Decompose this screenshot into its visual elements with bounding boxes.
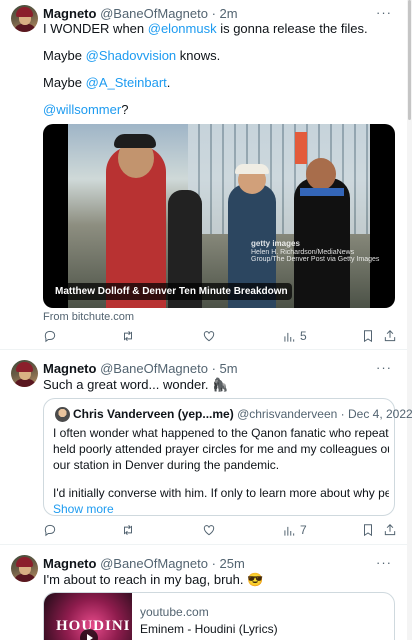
avatar[interactable] <box>55 407 70 422</box>
avatar[interactable] <box>11 555 38 582</box>
tweet-text: I'm about to reach in my bag, bruh. 😎 <box>43 572 264 587</box>
views-icon <box>284 526 295 536</box>
like-icon <box>203 525 215 536</box>
views-count: 5 <box>300 329 307 343</box>
author-name[interactable]: Magneto <box>43 361 96 376</box>
author-name[interactable]: Magneto <box>43 556 96 571</box>
retweet-icon <box>124 524 132 536</box>
more-options-icon[interactable]: ··· <box>376 554 392 571</box>
quoted-date: Dec 4, 2022 <box>347 407 412 421</box>
tweet-header: Magneto @BaneOfMagneto · 2m <box>43 6 238 21</box>
source-link[interactable]: From bitchute.com <box>43 310 134 325</box>
quoted-text: I often wonder what happened to the Qano… <box>53 426 389 518</box>
timestamp[interactable]: 25m <box>220 556 245 571</box>
reply-icon <box>44 524 56 537</box>
reply-button[interactable] <box>43 523 57 537</box>
views-count: 7 <box>300 523 307 537</box>
like-button[interactable] <box>202 523 216 537</box>
mention-link[interactable]: @A_Steinbart <box>86 75 167 90</box>
action-bar: 7 <box>43 523 397 541</box>
play-icon[interactable] <box>80 629 98 640</box>
mention-link[interactable]: @Shadovvision <box>86 48 177 63</box>
card-thumbnail[interactable]: HOUDINI <box>44 593 132 640</box>
retweet-button[interactable] <box>121 329 135 343</box>
author-handle[interactable]: @BaneOfMagneto <box>100 361 208 376</box>
avatar[interactable] <box>11 360 38 387</box>
share-button[interactable] <box>383 523 397 537</box>
tweet-text: Such a great word... wonder. 🦍 <box>43 377 229 392</box>
getty-watermark: getty images Helen H. Richardson/MediaNe… <box>251 239 380 264</box>
link-card[interactable]: HOUDINI youtube.com Eminem - Houdini (Ly… <box>43 592 395 640</box>
card-site: youtube.com <box>140 605 209 619</box>
views-icon <box>284 332 295 342</box>
quoted-tweet[interactable]: Chris Vanderveen (yep...me) @chrisvander… <box>43 398 412 518</box>
tweet-text: I WONDER when @elonmusk is gonna release… <box>43 21 368 117</box>
quoted-author-handle[interactable]: @chrisvanderveen <box>237 407 337 421</box>
retweet-icon <box>124 330 132 342</box>
more-options-icon[interactable]: ··· <box>376 359 392 376</box>
reply-icon <box>44 330 56 343</box>
author-handle[interactable]: @BaneOfMagneto <box>100 556 208 571</box>
like-icon <box>203 331 215 342</box>
like-button[interactable] <box>202 329 216 343</box>
tweet-header: Magneto @BaneOfMagneto · 25m <box>43 556 245 571</box>
reply-button[interactable] <box>43 329 57 343</box>
show-more-link[interactable]: Show more <box>53 502 389 518</box>
share-icon <box>384 330 396 342</box>
mention-link[interactable]: @willsommer <box>43 102 121 117</box>
scrollbar[interactable] <box>407 0 412 640</box>
video-thumbnail[interactable]: getty images Helen H. Richardson/MediaNe… <box>43 124 395 308</box>
bookmark-icon <box>364 330 372 343</box>
action-bar: 5 <box>43 329 397 347</box>
tweet-1[interactable]: Magneto @BaneOfMagneto · 2m ··· I WONDER… <box>0 0 407 350</box>
author-handle[interactable]: @BaneOfMagneto <box>100 6 208 21</box>
bookmark-button[interactable] <box>361 329 375 343</box>
mention-link[interactable]: @elonmusk <box>148 21 217 36</box>
card-title[interactable]: Eminem - Houdini (Lyrics) <box>140 622 278 638</box>
bookmark-button[interactable] <box>361 523 375 537</box>
timestamp[interactable]: 2m <box>220 6 238 21</box>
tweet-header: Magneto @BaneOfMagneto · 5m <box>43 361 238 376</box>
share-icon <box>384 524 396 536</box>
video-caption: Matthew Dolloff & Denver Ten Minute Brea… <box>51 282 292 300</box>
quoted-header: Chris Vanderveen (yep...me) @chrisvander… <box>73 407 412 421</box>
author-name[interactable]: Magneto <box>43 6 96 21</box>
quoted-author-name[interactable]: Chris Vanderveen (yep...me) <box>73 407 234 421</box>
more-options-icon[interactable]: ··· <box>376 4 392 21</box>
retweet-button[interactable] <box>121 523 135 537</box>
views-button[interactable]: 7 <box>282 523 307 539</box>
bookmark-icon <box>364 524 372 537</box>
views-button[interactable]: 5 <box>282 329 307 345</box>
scrollbar-thumb[interactable] <box>408 0 411 120</box>
share-button[interactable] <box>383 329 397 343</box>
avatar[interactable] <box>11 5 38 32</box>
timestamp[interactable]: 5m <box>220 361 238 376</box>
